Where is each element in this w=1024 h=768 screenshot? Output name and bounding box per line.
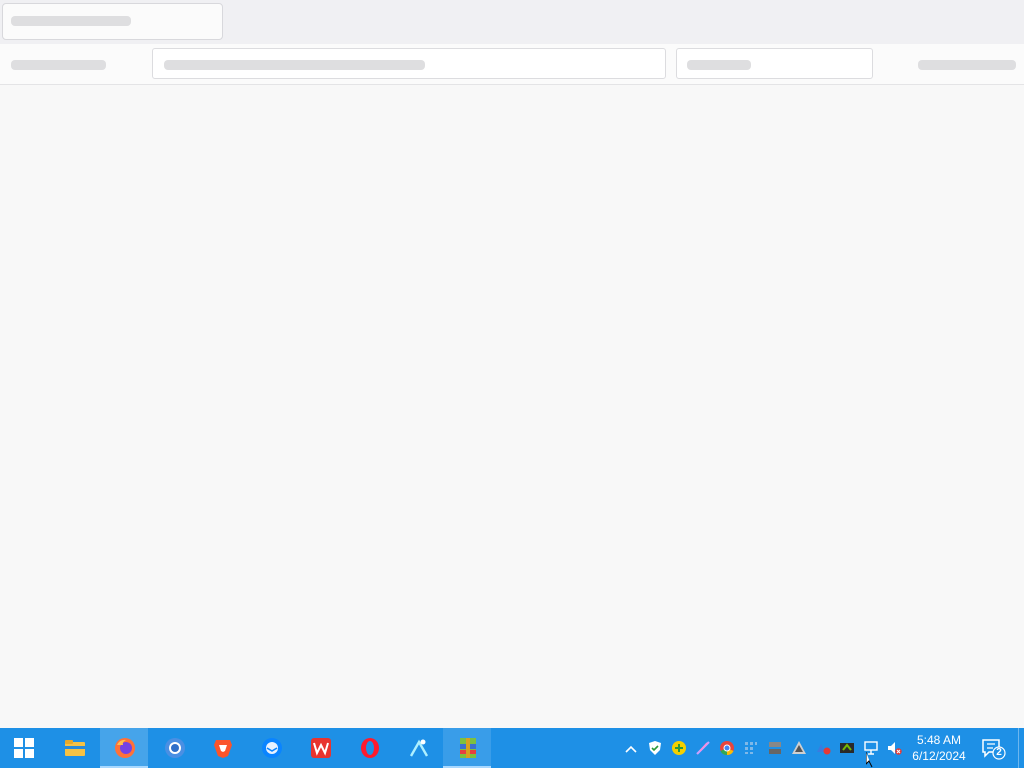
clock-date: 6/12/2024 (912, 749, 966, 763)
search-placeholder (687, 60, 751, 70)
winrar-icon (460, 738, 476, 758)
taskbar-winrar[interactable] (443, 728, 491, 768)
page-content (0, 85, 1024, 728)
folder-icon (65, 740, 85, 756)
taskbar-wps-office[interactable] (296, 728, 344, 768)
feather-icon[interactable] (695, 740, 711, 756)
brave-lion-icon (214, 740, 232, 758)
firefox-icon (115, 738, 135, 758)
address-placeholder (164, 60, 425, 70)
drive-icon[interactable] (791, 740, 807, 756)
chrome-tray-icon[interactable] (719, 740, 735, 756)
address-bar[interactable] (152, 48, 666, 79)
taskbar-opera[interactable] (345, 728, 393, 768)
network-alert-icon[interactable] (815, 740, 831, 756)
chromium-icon (165, 738, 185, 758)
taskbar-thunderbird[interactable] (247, 728, 295, 768)
gpu-icon[interactable] (839, 740, 855, 756)
thunderbird-icon (262, 738, 282, 758)
busy-cursor-icon (866, 752, 885, 768)
taskbar-brave[interactable] (198, 728, 246, 768)
shield-check-icon[interactable] (647, 740, 663, 756)
taskbar-chromium[interactable] (150, 728, 198, 768)
browser-tab[interactable] (2, 3, 223, 40)
clock[interactable]: 5:48 AM 6/12/2024 (906, 732, 972, 766)
tab-strip (0, 0, 1024, 44)
taskbar-app-launcher[interactable] (394, 728, 442, 768)
start-button[interactable] (0, 728, 48, 768)
toolbar (0, 44, 1024, 85)
opera-icon (361, 738, 379, 758)
taskbar-file-explorer[interactable] (50, 728, 98, 768)
search-field[interactable] (676, 48, 873, 79)
clock-time: 5:48 AM (916, 733, 962, 747)
action-center-button[interactable]: 2 (980, 737, 1006, 761)
toolbar-right-placeholder (918, 60, 1016, 70)
chevron-up-icon[interactable] (623, 741, 639, 757)
windows-icon (14, 738, 34, 758)
launcher-icon (409, 739, 429, 757)
show-desktop-button[interactable] (1018, 728, 1024, 768)
grid-dots-icon[interactable] (743, 740, 759, 756)
notification-count: 2 (996, 747, 1002, 758)
taskbar-firefox[interactable] (100, 728, 148, 768)
tab-title-placeholder (11, 16, 131, 26)
update-plus-icon[interactable] (671, 740, 687, 756)
volume-muted-icon[interactable] (886, 740, 902, 756)
toolbar-left-placeholder (11, 60, 106, 70)
wps-icon (311, 738, 331, 758)
server-icon[interactable] (767, 740, 783, 756)
